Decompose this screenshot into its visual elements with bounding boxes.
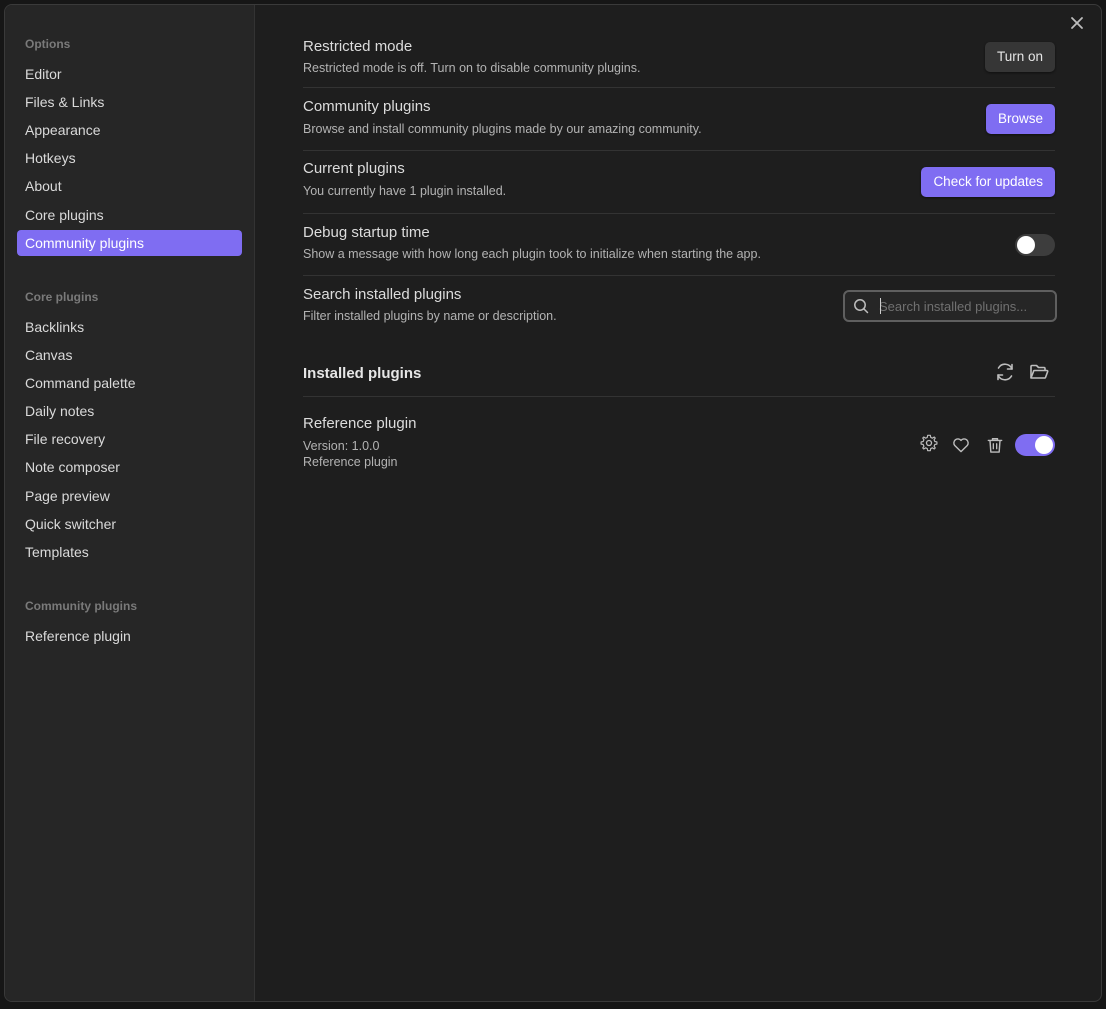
setting-current-plugins: Current plugins You currently have 1 plu… xyxy=(303,151,1055,214)
sidebar-item-core-plugins[interactable]: Core plugins xyxy=(17,202,242,228)
sidebar-item-command-palette[interactable]: Command palette xyxy=(17,370,242,396)
sidebar-item-page-preview[interactable]: Page preview xyxy=(17,483,242,509)
sidebar-item-reference-plugin[interactable]: Reference plugin xyxy=(17,623,242,649)
setting-description: Show a message with how long each plugin… xyxy=(303,247,761,261)
installed-plugin-item: Reference plugin Version: 1.0.0 Referenc… xyxy=(303,397,1055,487)
setting-description: Filter installed plugins by name or desc… xyxy=(303,309,557,323)
installed-plugins-heading: Installed plugins xyxy=(303,365,422,382)
setting-restricted-mode: Restricted mode Restricted mode is off. … xyxy=(303,27,1055,88)
setting-name: Debug startup time xyxy=(303,224,430,241)
search-installed-plugins-input[interactable] xyxy=(879,296,1049,316)
sidebar-item-hotkeys[interactable]: Hotkeys xyxy=(17,145,242,171)
settings-content: Restricted mode Restricted mode is off. … xyxy=(303,5,1057,1001)
setting-description: You currently have 1 plugin installed. xyxy=(303,184,507,198)
sidebar-item-canvas[interactable]: Canvas xyxy=(17,342,242,368)
folder-open-icon[interactable] xyxy=(1027,360,1051,384)
sidebar-item-files-links[interactable]: Files & Links xyxy=(17,89,242,115)
setting-search-installed: Search installed plugins Filter installe… xyxy=(303,276,1057,340)
check-for-updates-button[interactable]: Check for updates xyxy=(921,167,1055,197)
text-caret xyxy=(880,298,881,314)
search-icon xyxy=(853,298,869,314)
search-installed-plugins-box[interactable] xyxy=(843,290,1057,322)
installed-plugins-header: Installed plugins xyxy=(303,340,1055,397)
setting-debug-startup: Debug startup time Show a message with h… xyxy=(303,214,1055,276)
sidebar-section-options: Options xyxy=(25,37,71,51)
sidebar-item-quick-switcher[interactable]: Quick switcher xyxy=(17,511,242,537)
sidebar-item-about[interactable]: About xyxy=(17,173,242,199)
setting-name: Restricted mode xyxy=(303,38,413,55)
debug-startup-toggle[interactable] xyxy=(1015,234,1055,256)
sidebar-item-note-composer[interactable]: Note composer xyxy=(17,454,242,480)
sidebar-item-file-recovery[interactable]: File recovery xyxy=(17,426,242,452)
refresh-icon[interactable] xyxy=(993,360,1017,384)
sidebar-item-community-plugins[interactable]: Community plugins xyxy=(17,230,242,256)
setting-community-plugins: Community plugins Browse and install com… xyxy=(303,88,1055,151)
toggle-knob xyxy=(1035,436,1053,454)
sidebar-item-daily-notes[interactable]: Daily notes xyxy=(17,398,242,424)
sidebar-item-templates[interactable]: Templates xyxy=(17,539,242,565)
sidebar-item-backlinks[interactable]: Backlinks xyxy=(17,314,242,340)
setting-description: Restricted mode is off. Turn on to disab… xyxy=(303,61,641,75)
plugin-name: Reference plugin xyxy=(303,415,417,432)
settings-modal: Options Editor Files & Links Appearance … xyxy=(4,4,1102,1002)
trash-icon[interactable] xyxy=(985,435,1005,455)
setting-name: Search installed plugins xyxy=(303,286,462,303)
turn-on-button[interactable]: Turn on xyxy=(984,42,1055,72)
settings-sidebar: Options Editor Files & Links Appearance … xyxy=(5,5,255,1001)
close-icon[interactable] xyxy=(1067,13,1087,33)
gear-icon[interactable] xyxy=(919,433,939,453)
setting-name: Community plugins xyxy=(303,98,431,115)
heart-icon[interactable] xyxy=(951,435,971,455)
setting-name: Current plugins xyxy=(303,160,405,177)
sidebar-section-core-plugins: Core plugins xyxy=(25,290,99,304)
sidebar-section-community-plugins: Community plugins xyxy=(25,599,137,613)
sidebar-item-appearance[interactable]: Appearance xyxy=(17,117,242,143)
reference-plugin-toggle[interactable] xyxy=(1015,434,1055,456)
browse-button[interactable]: Browse xyxy=(985,104,1055,134)
plugin-description: Reference plugin xyxy=(303,455,398,469)
setting-description: Browse and install community plugins mad… xyxy=(303,122,702,136)
toggle-knob xyxy=(1017,236,1035,254)
plugin-version: Version: 1.0.0 xyxy=(303,439,380,453)
sidebar-item-editor[interactable]: Editor xyxy=(17,61,242,87)
